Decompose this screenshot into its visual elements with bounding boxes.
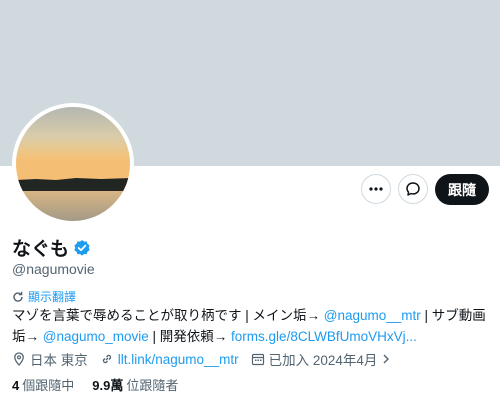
following-stat[interactable]: 4 個跟隨中: [12, 375, 74, 394]
verified-badge-icon: [74, 239, 90, 256]
more-icon: [369, 187, 383, 191]
bio: マゾを言葉で辱めることが取り柄です | メイン垢→ @nagumo__mtr |…: [12, 305, 490, 347]
followers-count: 9.9萬: [92, 378, 124, 393]
link-icon: [102, 354, 111, 364]
handle: @nagumovie: [12, 261, 95, 277]
display-name: なぐも: [12, 239, 70, 260]
avatar[interactable]: [12, 103, 134, 225]
chat-bubble-icon: [406, 182, 420, 196]
mention-link[interactable]: @nagumo_movie: [43, 329, 149, 344]
message-button[interactable]: [398, 174, 428, 204]
followers-stat[interactable]: 9.9萬 位跟隨者: [92, 375, 178, 394]
following-label: 個跟隨中: [22, 378, 75, 393]
joined-text: 已加入 2024年4月: [268, 353, 378, 368]
followers-label: 位跟隨者: [126, 378, 179, 393]
website-link[interactable]: llt.link/nagumo__mtr: [118, 352, 239, 367]
translate-link[interactable]: 顯示翻譯: [12, 288, 76, 305]
translate-label: 顯示翻譯: [28, 290, 77, 304]
website[interactable]: llt.link/nagumo__mtr: [100, 352, 239, 367]
bio-text: | 開発依頼→: [148, 329, 232, 344]
mention-link[interactable]: @nagumo__mtr: [324, 308, 421, 323]
bio-text: マゾを言葉で辱めることが取り柄です | メイン垢→: [12, 308, 324, 323]
follow-button[interactable]: 跟隨: [435, 174, 489, 205]
location: 日本 東京: [12, 349, 88, 369]
bio-url-link[interactable]: forms.gle/8CLWBfUmoVHxVj...: [231, 329, 417, 344]
follow-stats: 4 個跟隨中 9.9萬 位跟隨者: [12, 375, 178, 394]
location-text: 日本 東京: [30, 353, 88, 368]
chevron-right-icon: [383, 354, 390, 364]
more-button[interactable]: [361, 174, 391, 204]
joined-date[interactable]: 已加入 2024年4月: [251, 349, 392, 369]
calendar-icon: [251, 353, 264, 366]
profile-name-row: なぐも: [12, 234, 91, 261]
following-count: 4: [12, 378, 20, 393]
location-pin-icon: [14, 352, 24, 366]
translate-icon: [13, 291, 23, 302]
profile-meta: 日本 東京 llt.link/nagumo__mtr 已加入 2024年4月: [12, 349, 391, 369]
